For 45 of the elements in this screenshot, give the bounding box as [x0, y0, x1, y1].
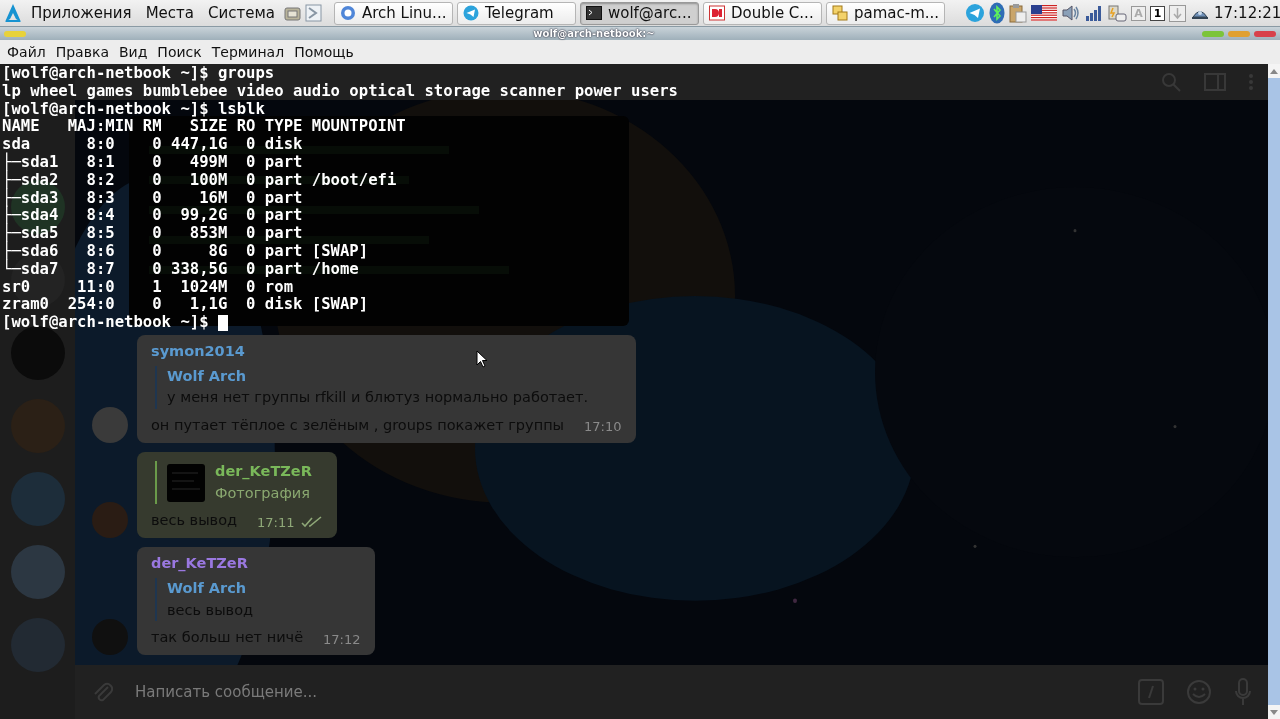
- menu-item[interactable]: Файл: [2, 41, 51, 63]
- close-pill-button[interactable]: [1254, 30, 1276, 37]
- menu-item[interactable]: Помощь: [289, 41, 359, 63]
- terminal-line: [wolf@arch-netbook ~]$ groups: [2, 65, 276, 83]
- emoji-icon[interactable]: [1186, 679, 1212, 705]
- menu-item[interactable]: Терминал: [206, 41, 290, 63]
- terminal-icon: [585, 5, 602, 21]
- signal-bars-icon[interactable]: [1084, 4, 1103, 22]
- window-title: wolf@arch-netbook:~: [533, 27, 655, 41]
- panel-menu[interactable]: Приложения: [26, 1, 137, 25]
- package-icon: [831, 5, 848, 21]
- slash-command-icon[interactable]: [1138, 679, 1164, 705]
- bluetooth-icon[interactable]: [988, 2, 1005, 24]
- menu-item[interactable]: Поиск: [152, 41, 207, 63]
- taskbar-button[interactable]: wolf@arc...: [579, 1, 699, 25]
- keyboard-indicator: A: [1130, 5, 1146, 21]
- search-icon[interactable]: [1160, 71, 1182, 93]
- paper-plane-icon[interactable]: [964, 3, 985, 23]
- panel-menu[interactable]: Система: [203, 1, 280, 25]
- taskbar-button[interactable]: Telegram: [456, 1, 576, 25]
- document-icon[interactable]: [304, 4, 322, 22]
- clipboard-icon[interactable]: [1008, 3, 1027, 23]
- browser-icon: [339, 5, 356, 21]
- restore-pill-button[interactable]: [1228, 30, 1250, 37]
- scroll-up-arrow-icon[interactable]: [1270, 68, 1278, 74]
- keyboard-indicator: 1: [1149, 5, 1165, 21]
- panel-menu[interactable]: Места: [140, 1, 199, 25]
- file-manager-icon: [708, 5, 725, 21]
- paper-plane-icon: [462, 5, 479, 21]
- taskbar-button[interactable]: pamac-m...: [825, 1, 945, 25]
- terminal-line: lp wheel games bumblebee video audio optical storage scanner power users: [2, 82, 678, 101]
- photo-frame-icon[interactable]: [283, 4, 301, 22]
- maximize-pill-button[interactable]: [1202, 30, 1224, 37]
- arch-logo-icon[interactable]: [4, 3, 22, 23]
- speaker-icon[interactable]: [1060, 4, 1081, 22]
- taskbar-button[interactable]: Double C...: [702, 1, 822, 25]
- menu-item[interactable]: Вид: [113, 41, 153, 63]
- microphone-icon[interactable]: [1234, 678, 1252, 706]
- scrollbar[interactable]: [1268, 64, 1280, 719]
- minimize-pill-button[interactable]: [4, 30, 26, 37]
- menu-item[interactable]: Правка: [50, 41, 114, 63]
- taskbar-button[interactable]: Arch Linu...: [333, 1, 453, 25]
- clock: 17:12:21: [1213, 2, 1280, 24]
- flag-icon[interactable]: [1030, 5, 1057, 21]
- scroll-down-arrow-icon[interactable]: [1270, 709, 1278, 715]
